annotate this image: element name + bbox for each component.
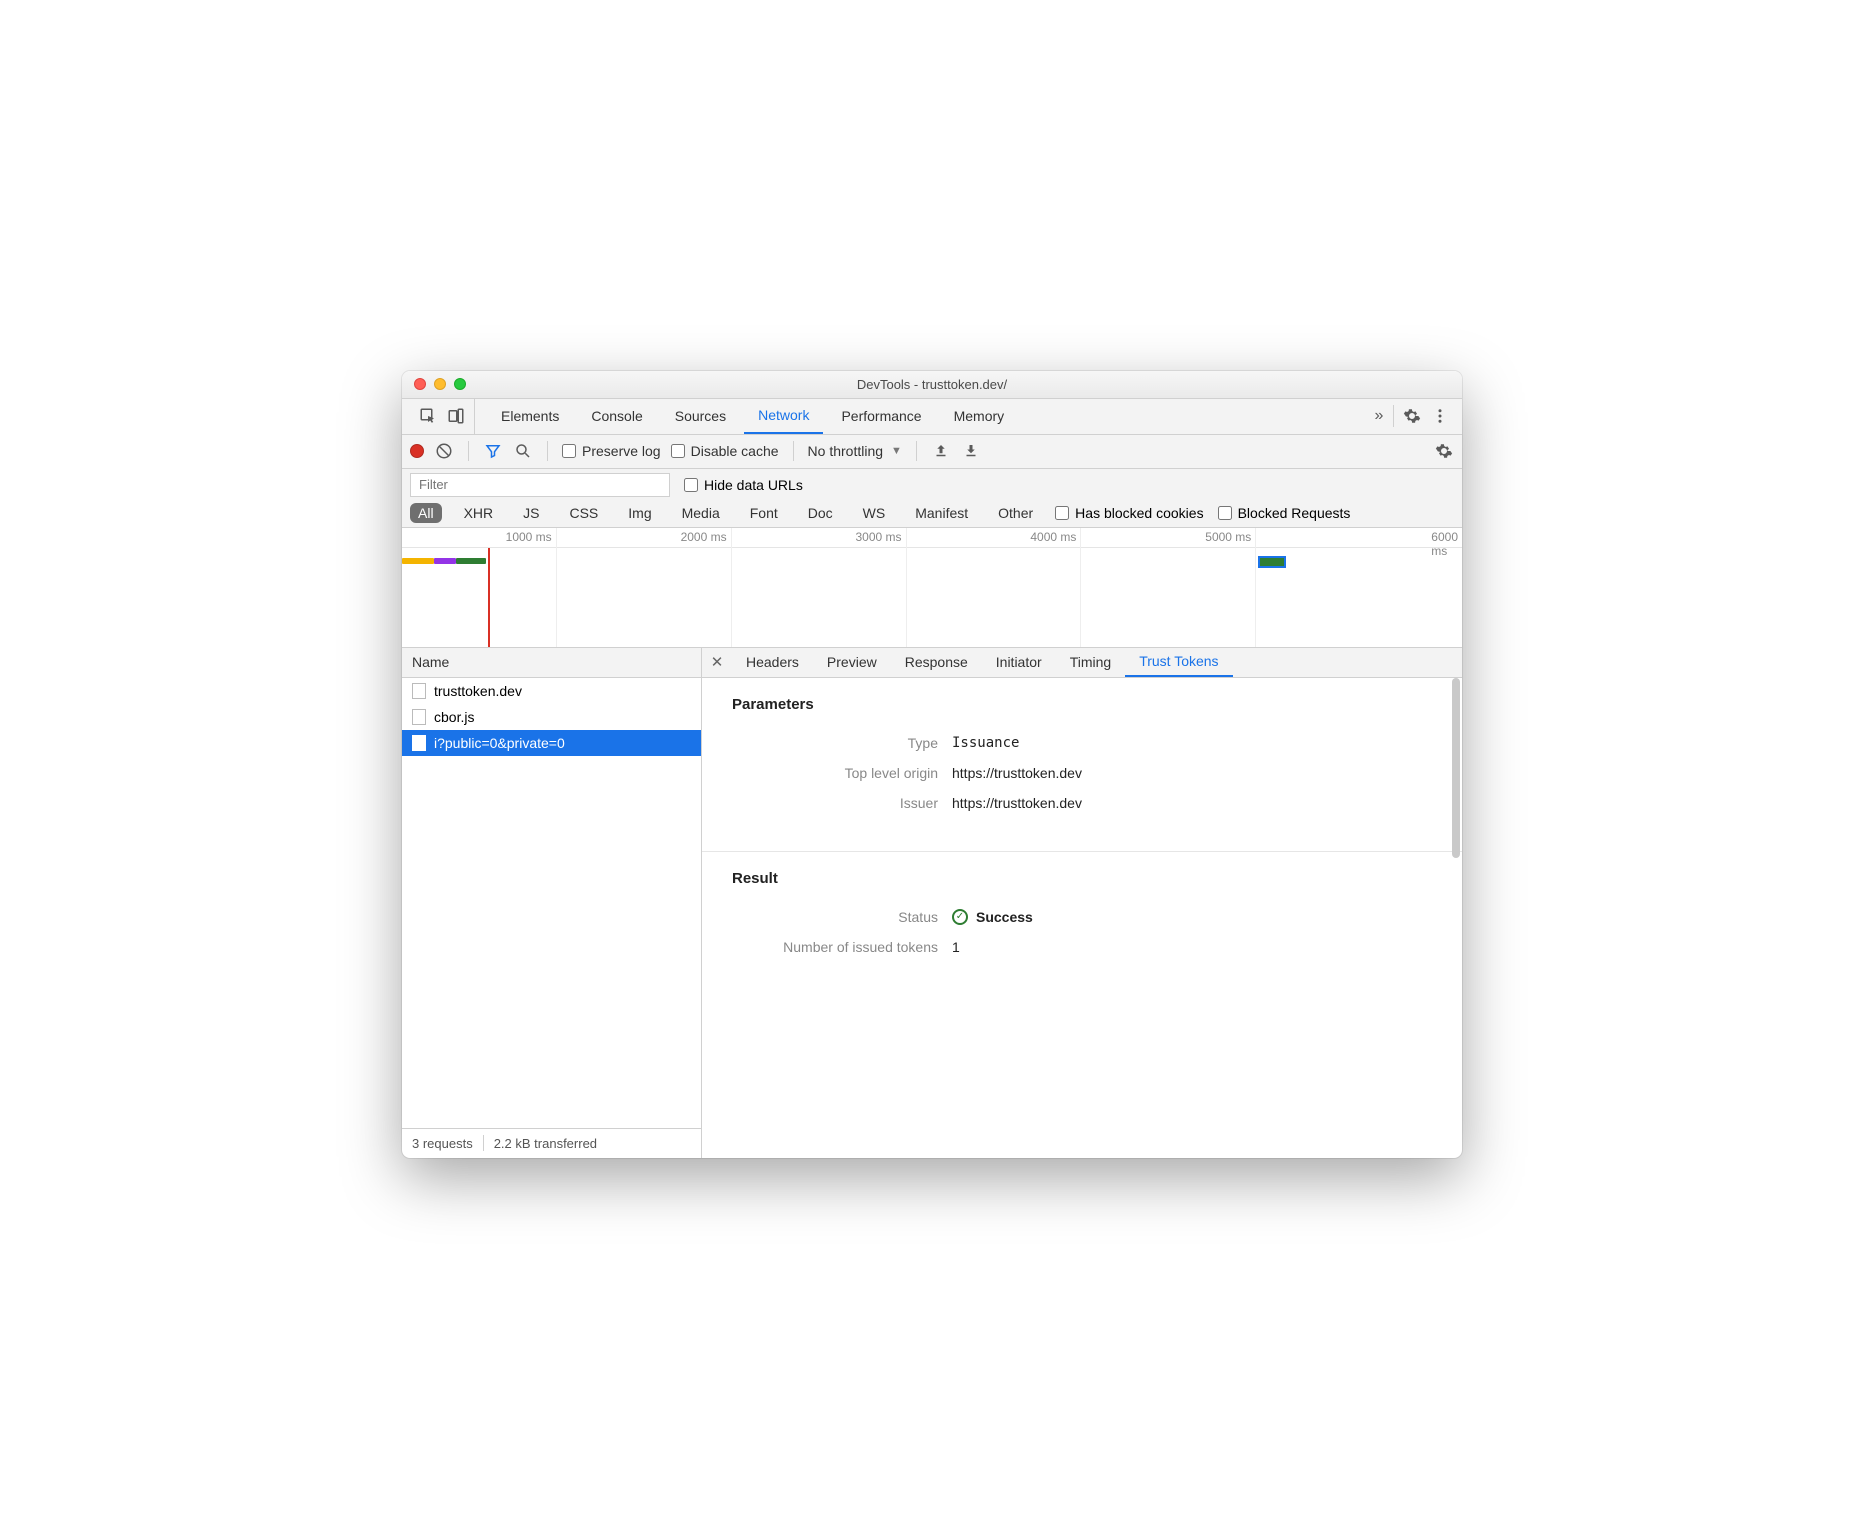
tokens-label: Number of issued tokens bbox=[732, 939, 952, 955]
tab-console[interactable]: Console bbox=[577, 398, 656, 434]
type-chip-ws[interactable]: WS bbox=[855, 503, 894, 523]
throttling-select[interactable]: No throttling▼ bbox=[808, 443, 902, 459]
traffic-lights bbox=[414, 378, 466, 390]
request-name: trusttoken.dev bbox=[434, 683, 522, 699]
tabs-overflow-button[interactable]: » bbox=[1369, 406, 1389, 426]
type-chip-all[interactable]: All bbox=[410, 503, 442, 523]
success-icon: ✓ bbox=[952, 909, 968, 925]
zoom-window-button[interactable] bbox=[454, 378, 466, 390]
request-list-pane: Name trusttoken.dev cbor.js i?public=0&pri… bbox=[402, 648, 702, 1158]
minimize-window-button[interactable] bbox=[434, 378, 446, 390]
detail-tab-initiator[interactable]: Initiator bbox=[982, 647, 1056, 677]
detail-tab-preview[interactable]: Preview bbox=[813, 647, 891, 677]
issuer-value: https://trusttoken.dev bbox=[952, 795, 1082, 811]
type-value: Issuance bbox=[952, 735, 1019, 751]
file-icon bbox=[412, 735, 426, 751]
main-tabbar: ElementsConsoleSourcesNetworkPerformance… bbox=[402, 399, 1462, 435]
tab-elements[interactable]: Elements bbox=[487, 398, 573, 434]
tokens-value: 1 bbox=[952, 939, 960, 955]
hide-data-urls-checkbox[interactable]: Hide data URLs bbox=[684, 477, 803, 493]
kebab-menu-icon[interactable] bbox=[1430, 406, 1450, 426]
type-chip-font[interactable]: Font bbox=[742, 503, 786, 523]
settings-icon[interactable] bbox=[1402, 406, 1422, 426]
waterfall-tick: 1000 ms bbox=[506, 530, 556, 544]
status-bar: 3 requests 2.2 kB transferred bbox=[402, 1128, 701, 1158]
scrollbar-thumb[interactable] bbox=[1452, 678, 1460, 858]
network-toolbar: Preserve log Disable cache No throttling… bbox=[402, 435, 1462, 469]
request-row[interactable]: cbor.js bbox=[402, 704, 701, 730]
file-icon bbox=[412, 709, 426, 725]
type-label: Type bbox=[732, 735, 952, 751]
tab-sources[interactable]: Sources bbox=[661, 398, 740, 434]
preserve-log-checkbox[interactable]: Preserve log bbox=[562, 443, 661, 459]
transferred-size: 2.2 kB transferred bbox=[494, 1136, 597, 1151]
clear-icon[interactable] bbox=[434, 441, 454, 461]
titlebar: DevTools - trusttoken.dev/ bbox=[402, 371, 1462, 399]
search-icon[interactable] bbox=[513, 441, 533, 461]
issuer-label: Issuer bbox=[732, 795, 952, 811]
result-section: Result Status ✓ Success Number of issued… bbox=[702, 852, 1462, 995]
devtools-window: DevTools - trusttoken.dev/ ElementsConso… bbox=[402, 371, 1462, 1158]
detail-tab-trust-tokens[interactable]: Trust Tokens bbox=[1125, 647, 1232, 677]
detail-tab-response[interactable]: Response bbox=[891, 647, 982, 677]
request-row[interactable]: trusttoken.dev bbox=[402, 678, 701, 704]
parameters-section: Parameters Type Issuance Top level origi… bbox=[702, 678, 1462, 852]
waterfall-tick: 4000 ms bbox=[1030, 530, 1080, 544]
record-button[interactable] bbox=[410, 444, 424, 458]
waterfall-tick: 6000 ms bbox=[1431, 530, 1462, 558]
request-name: i?public=0&private=0 bbox=[434, 735, 565, 751]
filter-icon[interactable] bbox=[483, 441, 503, 461]
waterfall-tick: 3000 ms bbox=[855, 530, 905, 544]
tab-performance[interactable]: Performance bbox=[827, 398, 935, 434]
window-title: DevTools - trusttoken.dev/ bbox=[402, 377, 1462, 392]
status-label: Status bbox=[732, 909, 952, 925]
detail-tab-headers[interactable]: Headers bbox=[732, 647, 813, 677]
detail-tab-timing[interactable]: Timing bbox=[1056, 647, 1126, 677]
type-chip-css[interactable]: CSS bbox=[561, 503, 606, 523]
blocked-requests-checkbox[interactable]: Blocked Requests bbox=[1218, 505, 1351, 521]
origin-value: https://trusttoken.dev bbox=[952, 765, 1082, 781]
type-chip-manifest[interactable]: Manifest bbox=[907, 503, 976, 523]
filter-input[interactable] bbox=[410, 473, 670, 497]
status-value: Success bbox=[976, 909, 1033, 925]
name-column-header[interactable]: Name bbox=[402, 648, 701, 678]
type-chip-other[interactable]: Other bbox=[990, 503, 1041, 523]
close-detail-button[interactable]: ✕ bbox=[702, 653, 732, 671]
upload-har-icon[interactable] bbox=[931, 441, 951, 461]
download-har-icon[interactable] bbox=[961, 441, 981, 461]
request-name: cbor.js bbox=[434, 709, 474, 725]
type-chip-media[interactable]: Media bbox=[674, 503, 728, 523]
disable-cache-checkbox[interactable]: Disable cache bbox=[671, 443, 779, 459]
type-chip-img[interactable]: Img bbox=[620, 503, 659, 523]
inspect-element-icon[interactable] bbox=[418, 406, 438, 426]
waterfall-tick: 2000 ms bbox=[681, 530, 731, 544]
waterfall-tick: 5000 ms bbox=[1205, 530, 1255, 544]
request-count: 3 requests bbox=[412, 1136, 473, 1151]
filter-bar: Hide data URLs All XHR JS CSS Img Media Font Do… bbox=[402, 469, 1462, 528]
tab-network[interactable]: Network bbox=[744, 398, 823, 434]
tab-memory[interactable]: Memory bbox=[940, 398, 1019, 434]
network-settings-icon[interactable] bbox=[1434, 441, 1454, 461]
origin-label: Top level origin bbox=[732, 765, 952, 781]
request-row[interactable]: i?public=0&private=0 bbox=[402, 730, 701, 756]
waterfall-overview[interactable]: 1000 ms 2000 ms 3000 ms 4000 ms 5000 ms 6000 … bbox=[402, 528, 1462, 648]
detail-pane: ✕ HeadersPreviewResponseInitiatorTimingT… bbox=[702, 648, 1462, 1158]
file-icon bbox=[412, 683, 426, 699]
has-blocked-cookies-checkbox[interactable]: Has blocked cookies bbox=[1055, 505, 1203, 521]
type-chip-xhr[interactable]: XHR bbox=[456, 503, 502, 523]
type-chip-doc[interactable]: Doc bbox=[800, 503, 841, 523]
close-window-button[interactable] bbox=[414, 378, 426, 390]
type-chip-js[interactable]: JS bbox=[515, 503, 547, 523]
device-toolbar-icon[interactable] bbox=[446, 406, 466, 426]
